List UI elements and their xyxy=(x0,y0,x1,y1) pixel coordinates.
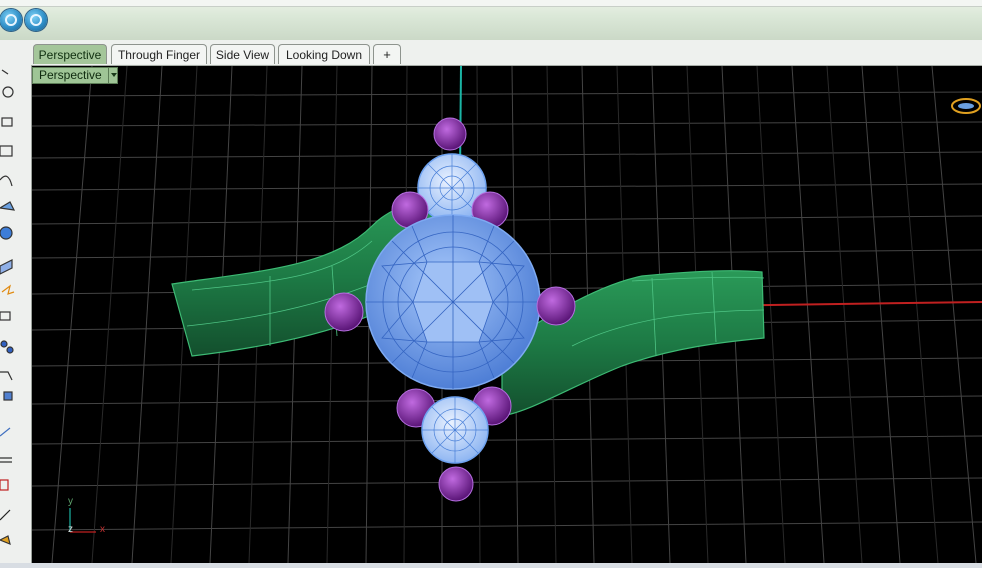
render-icon[interactable] xyxy=(3,391,13,401)
viewport-tabs: Perspective Through Finger Side View Loo… xyxy=(31,40,982,66)
dot-icon-2[interactable] xyxy=(6,346,14,354)
surface-icon[interactable] xyxy=(0,201,16,211)
point-icon[interactable] xyxy=(1,69,9,75)
circle-icon[interactable] xyxy=(2,86,14,98)
tab-through-finger[interactable]: Through Finger xyxy=(111,44,207,64)
mesh-icon[interactable] xyxy=(0,259,13,275)
prong-top[interactable] xyxy=(433,117,467,151)
tab-looking-down[interactable]: Looking Down xyxy=(278,44,370,64)
prong-left[interactable] xyxy=(324,292,364,332)
sphere-icon[interactable] xyxy=(0,226,13,240)
array-icon[interactable] xyxy=(0,311,11,321)
add-tab-button[interactable]: + xyxy=(373,44,401,64)
analyze-icon[interactable] xyxy=(0,371,13,381)
window-rim xyxy=(0,0,982,7)
paint-icon[interactable] xyxy=(0,535,11,545)
toolbar-icons xyxy=(0,69,16,545)
quick-access-refresh-icon-2[interactable] xyxy=(25,9,47,31)
axis-x-label: x xyxy=(100,524,105,535)
axis-indicator xyxy=(69,508,96,533)
left-toolbar xyxy=(0,40,32,563)
ring-band-right[interactable] xyxy=(501,270,765,417)
prong-bottom[interactable] xyxy=(438,466,474,502)
dimension-icon[interactable] xyxy=(0,427,11,437)
center-gem-facets xyxy=(366,215,540,389)
rectangle-icon[interactable] xyxy=(1,117,13,127)
transform-icon[interactable] xyxy=(1,284,15,295)
viewport-title-menu[interactable]: Perspective xyxy=(32,67,118,84)
layer-icon[interactable] xyxy=(0,457,12,463)
dot-icon[interactable] xyxy=(0,340,8,348)
box-icon[interactable] xyxy=(0,145,13,157)
quick-access-refresh-icon[interactable] xyxy=(0,9,22,31)
chevron-down-icon[interactable] xyxy=(108,67,119,84)
tab-side-view[interactable]: Side View xyxy=(210,44,275,64)
axis-z-label: z xyxy=(68,524,73,535)
axis-y-label: y xyxy=(68,496,73,507)
prong-right[interactable] xyxy=(536,286,576,326)
perspective-viewport[interactable]: y z x xyxy=(32,66,982,563)
grid-icon[interactable] xyxy=(0,479,9,491)
curve-icon[interactable] xyxy=(0,175,13,187)
viewport-canvas[interactable] xyxy=(32,66,982,563)
tab-perspective[interactable]: Perspective xyxy=(33,44,107,64)
pen-icon[interactable] xyxy=(0,509,11,521)
title-bar xyxy=(0,0,982,41)
gumball-icon[interactable] xyxy=(951,98,981,114)
